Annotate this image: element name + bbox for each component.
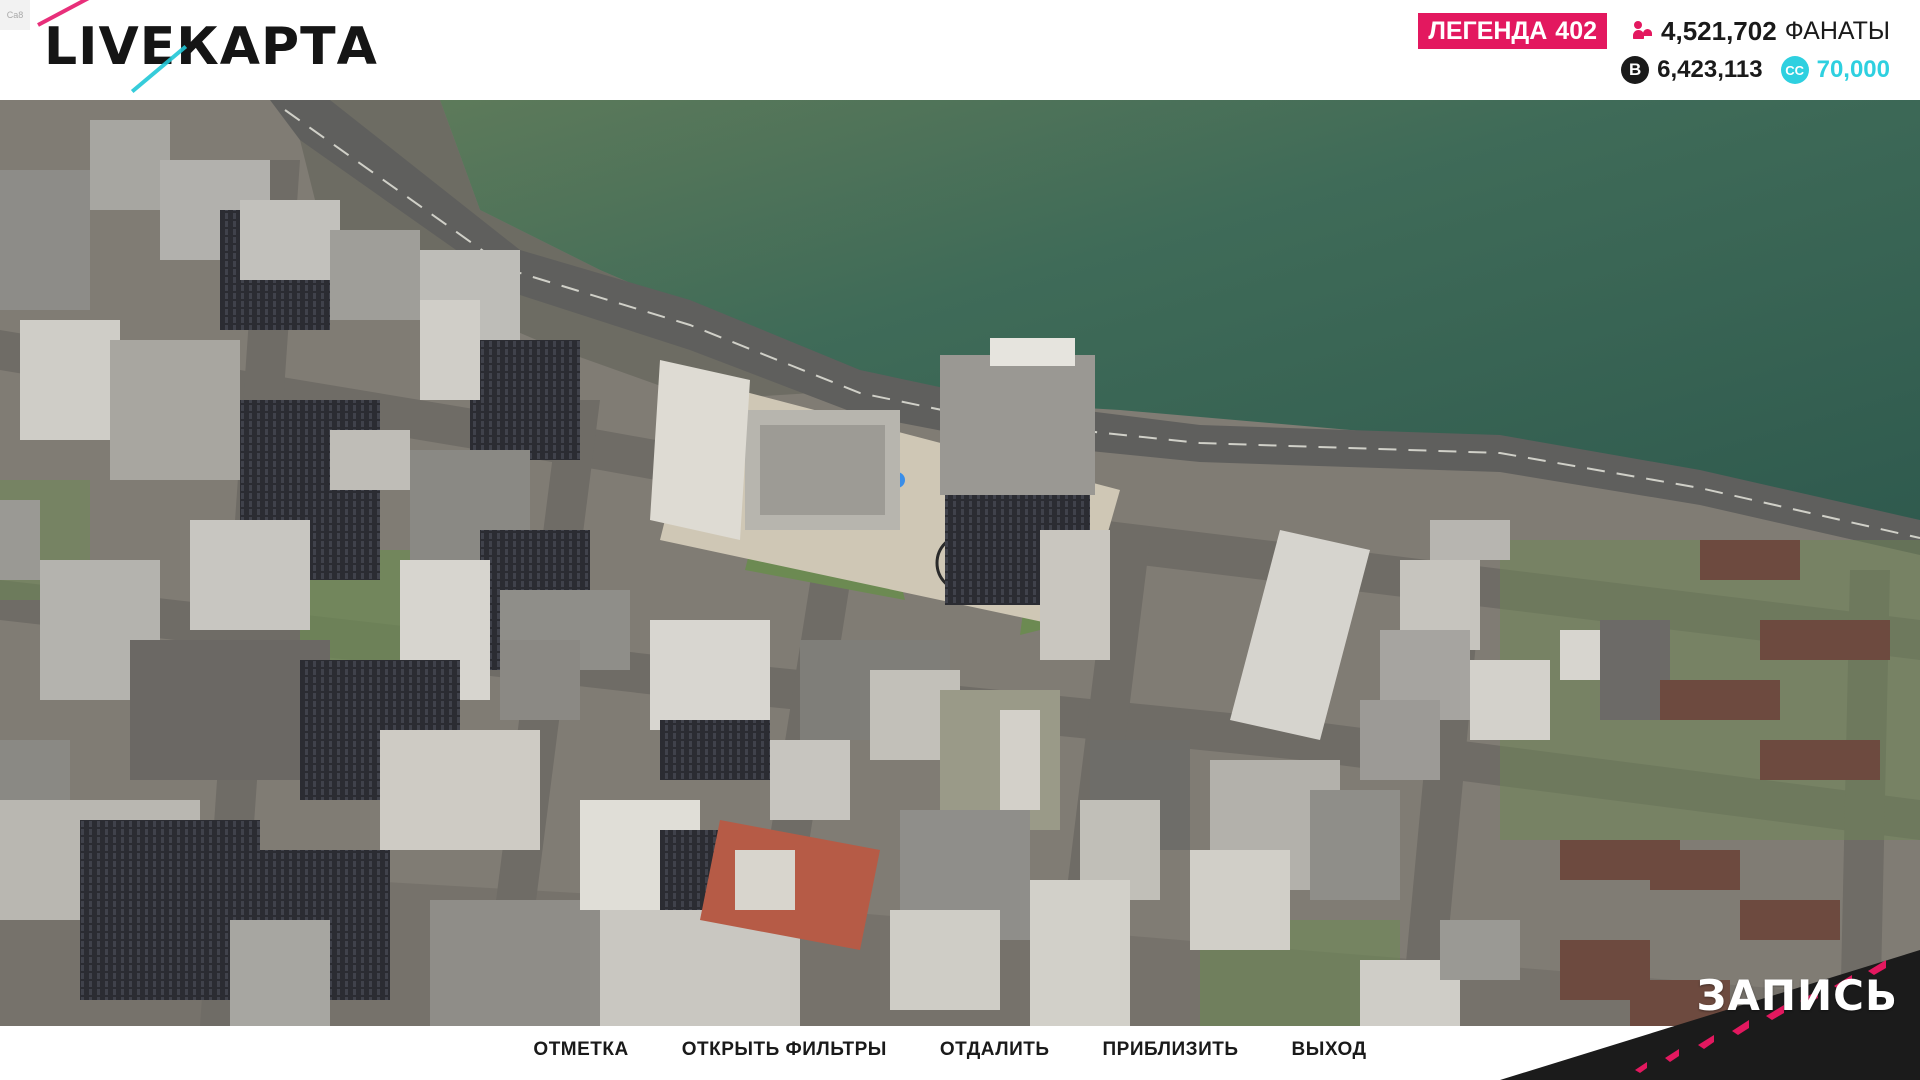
map-controls: ОТМЕТКА ОТКРЫТЬ ФИЛЬТРЫ ОТДАЛИТЬ ПРИБЛИЗ…	[0, 1026, 1920, 1074]
cc-value: 70,000	[1816, 56, 1890, 83]
mark-button[interactable]: ОТМЕТКА	[533, 1039, 628, 1061]
fans-counter: 4,521,702 ФАНАТЫ	[1633, 16, 1890, 47]
city-map-view[interactable]	[0, 100, 1920, 1026]
build-tag: Ca8	[0, 0, 30, 30]
coin-icon: B	[1621, 56, 1650, 84]
exit-button[interactable]: ВЫХОД	[1292, 1039, 1367, 1061]
top-bar: Ca8 LIVE КАРТА ЛЕГЕНДА 402 4,521,702 ФАН…	[0, 0, 1920, 100]
zoom-out-button[interactable]: ОТДАЛИТЬ	[940, 1039, 1050, 1061]
record-label: ЗАПИСЬ	[1696, 971, 1898, 1020]
zoom-in-button[interactable]: ПРИБЛИЗИТЬ	[1103, 1039, 1239, 1061]
money-value: 6,423,113	[1657, 56, 1763, 83]
logo-live-text: LIVE	[44, 17, 177, 77]
cc-counter: CC 70,000	[1780, 56, 1890, 84]
money-counter: B 6,423,113	[1621, 56, 1763, 84]
fans-label: ФАНАТЫ	[1784, 16, 1890, 45]
legend-rank-badge: ЛЕГЕНДА 402	[1418, 13, 1608, 49]
bottom-bar: ОТМЕТКА ОТКРЫТЬ ФИЛЬТРЫ ОТДАЛИТЬ ПРИБЛИЗ…	[0, 1026, 1920, 1080]
legend-value: 402	[1555, 16, 1598, 45]
map-canvas[interactable]	[0, 100, 1920, 1026]
legend-label: ЛЕГЕНДА	[1428, 16, 1548, 45]
logo-map-text: КАРТА	[176, 17, 378, 77]
open-filters-button[interactable]: ОТКРЫТЬ ФИЛЬТРЫ	[682, 1039, 887, 1061]
fans-value: 4,521,702	[1661, 15, 1777, 46]
stats-row-bottom: B 6,423,113 CC 70,000	[1621, 52, 1890, 88]
stats-row-top: ЛЕГЕНДА 402 4,521,702 ФАНАТЫ	[1418, 12, 1890, 50]
cc-icon: CC	[1780, 56, 1809, 84]
livemap-logo: LIVE КАРТА	[44, 14, 378, 80]
fans-icon	[1633, 21, 1653, 41]
